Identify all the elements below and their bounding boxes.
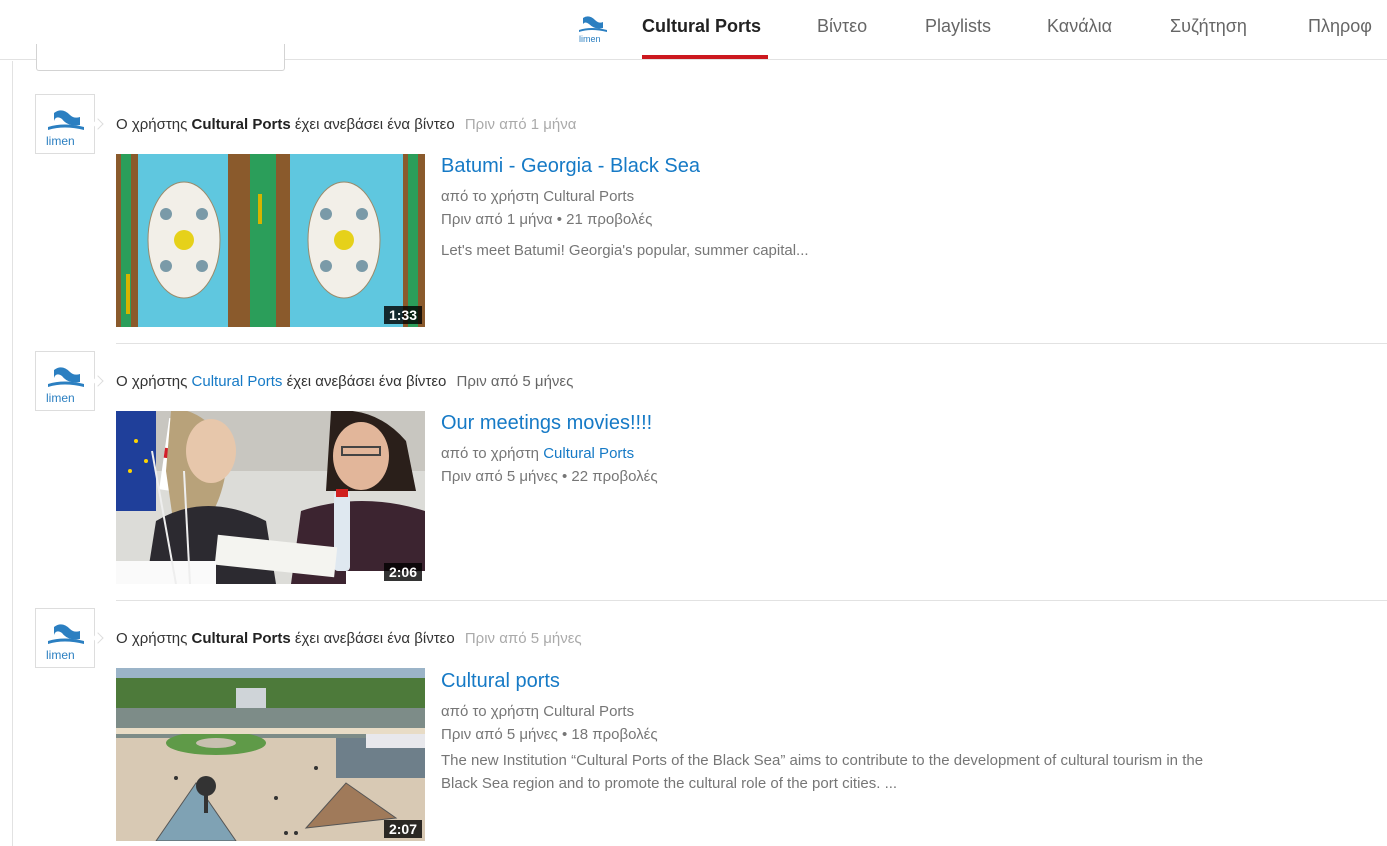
view-count: 18 προβολές: [571, 726, 658, 743]
video-stats: Πριν από 5 μήνες • 22 προβολές: [441, 465, 658, 488]
activity-time: Πριν από 5 μήνες: [456, 373, 574, 390]
activity-suffix: έχει ανεβάσει ένα βίντεο: [286, 373, 447, 390]
svg-text:limen: limen: [579, 34, 601, 44]
activity-user[interactable]: Cultural Ports: [192, 373, 283, 390]
limen-avatar-icon[interactable]: limen: [35, 351, 95, 411]
video-duration: 2:07: [383, 820, 422, 838]
tab-channels[interactable]: Κανάλια: [1047, 16, 1112, 37]
tab-discussion[interactable]: Συζήτηση: [1170, 16, 1247, 37]
limen-avatar-icon[interactable]: limen: [35, 608, 95, 668]
video-duration: 1:33: [383, 306, 422, 324]
tab-cultural-ports[interactable]: Cultural Ports: [642, 16, 761, 37]
channel-link[interactable]: Cultural Ports: [543, 188, 634, 205]
svg-text:limen: limen: [46, 391, 75, 405]
search-box[interactable]: [36, 44, 285, 71]
activity-prefix: Ο χρήστης: [116, 630, 188, 647]
svg-text:limen: limen: [46, 134, 75, 148]
activity-prefix: Ο χρήστης: [116, 116, 188, 133]
video-description: Let's meet Batumi! Georgia's popular, su…: [441, 242, 809, 259]
limen-avatar-icon[interactable]: limen: [35, 94, 95, 154]
svg-text:limen: limen: [46, 648, 75, 662]
video-duration: 2:06: [383, 563, 422, 581]
stats-separator: •: [561, 726, 568, 743]
feed-divider: [116, 343, 1387, 344]
video-byline: από το χρήστη Cultural Ports: [441, 185, 634, 208]
channel-link[interactable]: Cultural Ports: [543, 445, 634, 462]
activity-line: Ο χρήστης Cultural Ports έχει ανεβάσει έ…: [116, 116, 576, 133]
channel-link[interactable]: Cultural Ports: [543, 703, 634, 720]
activity-user[interactable]: Cultural Ports: [192, 116, 291, 133]
activity-time: Πριν από 5 μήνες: [464, 630, 582, 647]
activity-suffix: έχει ανεβάσει ένα βίντεο: [294, 116, 455, 133]
channel-nav-bar: limen Cultural Ports Βίντεο Playlists Κα…: [0, 0, 1387, 71]
tab-videos[interactable]: Βίντεο: [817, 16, 867, 37]
feed-left-border: [12, 61, 13, 846]
video-description: The new Institution “Cultural Ports of t…: [441, 752, 1204, 792]
limen-logo-icon[interactable]: limen: [573, 10, 613, 46]
video-thumbnail[interactable]: 2:06: [116, 411, 425, 584]
video-byline: από το χρήστη Cultural Ports: [441, 700, 634, 723]
byline-prefix: από το χρήστη: [441, 188, 540, 205]
tab-about[interactable]: Πληροφ: [1308, 16, 1372, 37]
activity-time: Πριν από 1 μήνα: [464, 116, 577, 133]
video-title[interactable]: Our meetings movies!!!!: [441, 412, 652, 435]
byline-prefix: από το χρήστη: [441, 703, 540, 720]
activity-line: Ο χρήστης Cultural Ports έχει ανεβάσει έ…: [116, 630, 582, 647]
view-count: 21 προβολές: [566, 211, 653, 228]
activity-line: Ο χρήστης Cultural Ports έχει ανεβάσει έ…: [116, 373, 573, 390]
activity-user[interactable]: Cultural Ports: [192, 630, 291, 647]
video-stats: Πριν από 5 μήνες • 18 προβολές: [441, 723, 658, 746]
active-tab-indicator: [642, 55, 768, 59]
video-thumbnail[interactable]: 1:33: [116, 154, 425, 327]
video-title[interactable]: Cultural ports: [441, 670, 560, 693]
video-thumbnail[interactable]: 2:07: [116, 668, 425, 841]
video-age: Πριν από 1 μήνα: [441, 211, 553, 228]
tab-playlists[interactable]: Playlists: [925, 16, 991, 37]
feed-divider: [116, 600, 1387, 601]
video-title[interactable]: Batumi - Georgia - Black Sea: [441, 155, 700, 178]
stats-separator: •: [556, 211, 562, 228]
video-byline: από το χρήστη Cultural Ports: [441, 442, 634, 465]
activity-suffix: έχει ανεβάσει ένα βίντεο: [294, 630, 455, 647]
video-stats: Πριν από 1 μήνα • 21 προβολές: [441, 208, 652, 231]
video-age: Πριν από 5 μήνες: [441, 726, 558, 743]
video-age: Πριν από 5 μήνες: [441, 468, 558, 485]
byline-prefix: από το χρήστη: [441, 445, 540, 462]
stats-separator: •: [561, 468, 568, 485]
view-count: 22 προβολές: [571, 468, 658, 485]
activity-prefix: Ο χρήστης: [116, 373, 188, 390]
